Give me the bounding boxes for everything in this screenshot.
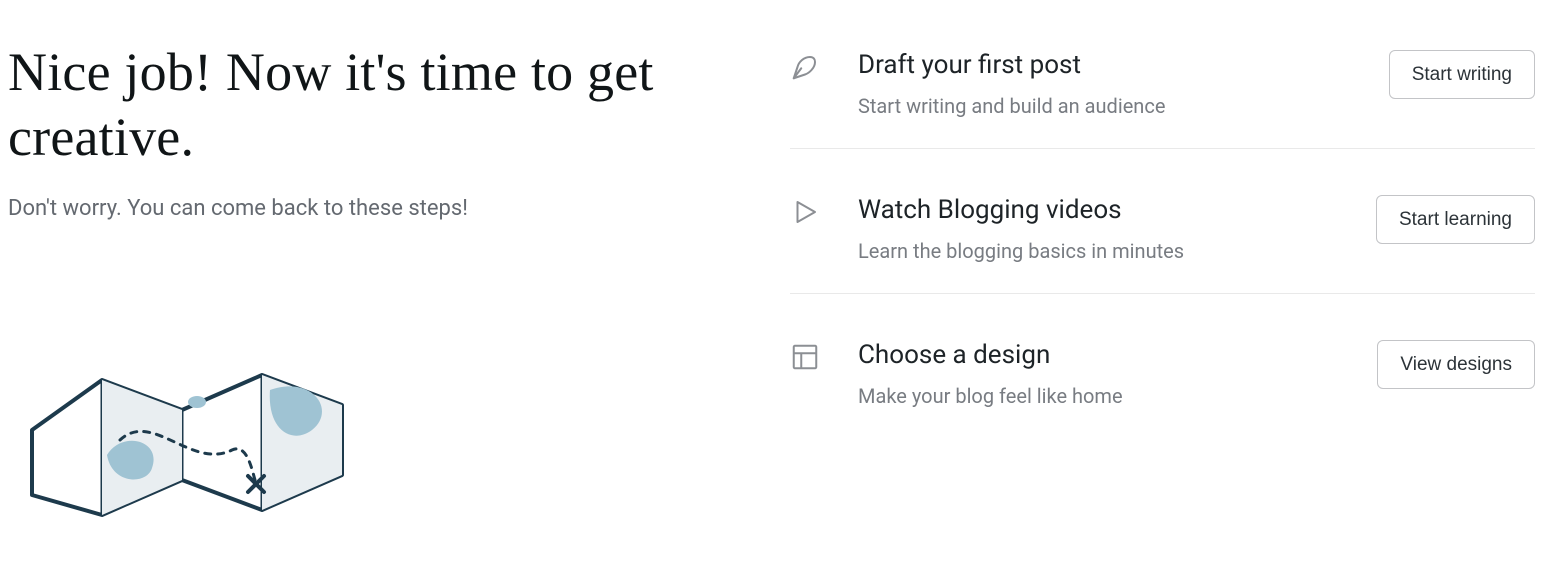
onboarding-subtext: Don't worry. You can come back to these … [8, 196, 750, 221]
onboarding-headline: Nice job! Now it's time to get creative. [8, 40, 750, 170]
layout-icon [790, 342, 820, 372]
pen-icon [790, 52, 820, 82]
play-icon [790, 197, 820, 227]
map-illustration-icon [12, 320, 352, 524]
view-designs-button[interactable]: View designs [1377, 340, 1535, 389]
step-title: Watch Blogging videos [858, 195, 1338, 225]
onboarding-left-panel: Nice job! Now it's time to get creative.… [0, 0, 790, 577]
step-desc: Start writing and build an audience [858, 94, 1351, 118]
step-body: Watch Blogging videos Learn the blogging… [858, 195, 1338, 263]
start-learning-button[interactable]: Start learning [1376, 195, 1535, 244]
step-body: Choose a design Make your blog feel like… [858, 340, 1339, 408]
step-draft-post: Draft your first post Start writing and … [790, 40, 1535, 149]
step-watch-videos: Watch Blogging videos Learn the blogging… [790, 149, 1535, 294]
step-body: Draft your first post Start writing and … [858, 50, 1351, 118]
step-desc: Make your blog feel like home [858, 384, 1339, 408]
onboarding-steps-panel: Draft your first post Start writing and … [790, 0, 1555, 577]
step-list: Draft your first post Start writing and … [790, 40, 1535, 438]
step-title: Draft your first post [858, 50, 1351, 80]
step-desc: Learn the blogging basics in minutes [858, 239, 1338, 263]
step-title: Choose a design [858, 340, 1339, 370]
step-choose-design: Choose a design Make your blog feel like… [790, 294, 1535, 438]
start-writing-button[interactable]: Start writing [1389, 50, 1535, 99]
